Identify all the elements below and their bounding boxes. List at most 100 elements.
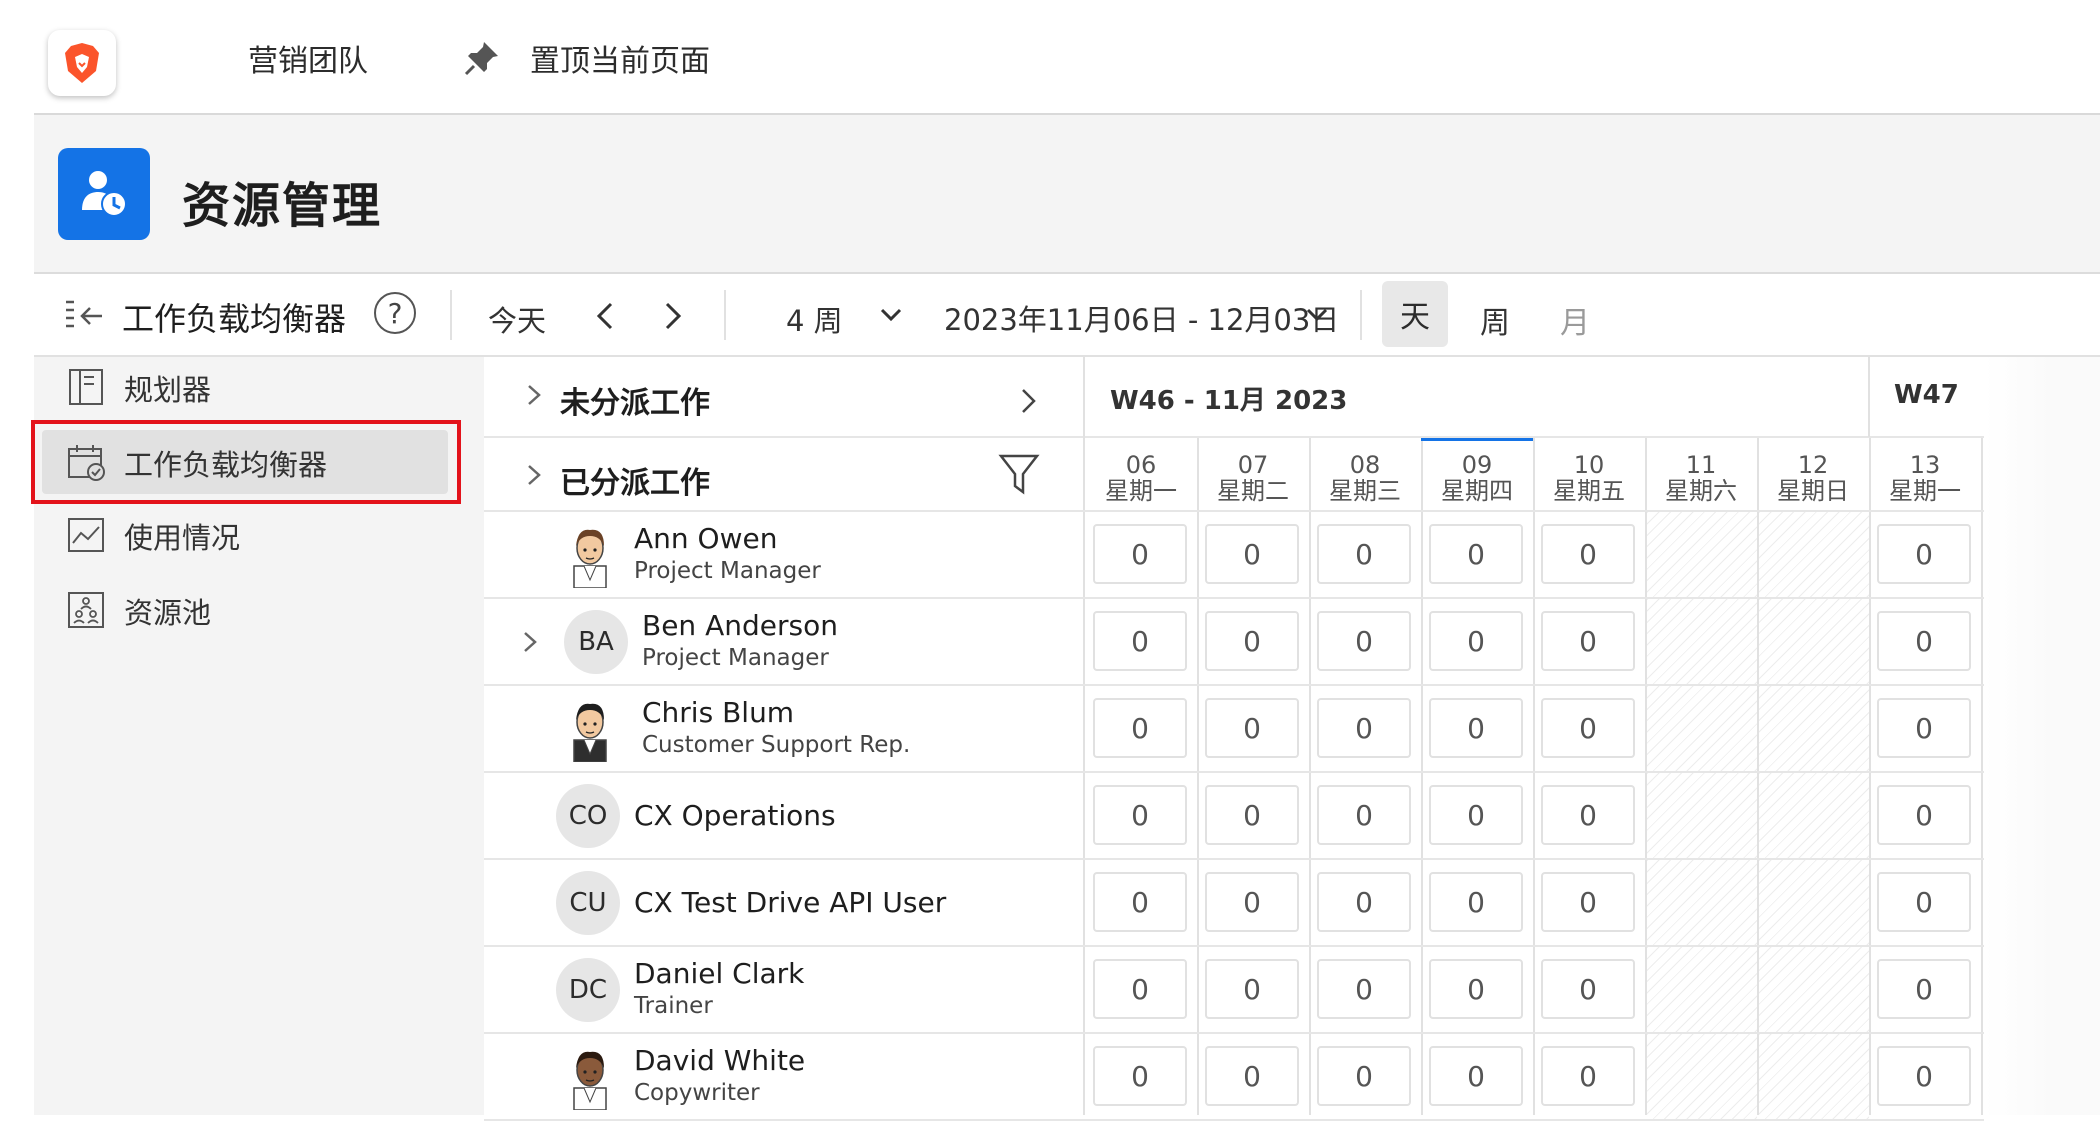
day-name: 星期一 [1889,477,1961,505]
weeks-dropdown[interactable]: 4 周 [786,298,843,340]
hours-cell[interactable]: 0 [1429,524,1523,584]
person-name[interactable]: David White [634,1044,805,1077]
hours-cell[interactable]: 0 [1429,872,1523,932]
hours-cell[interactable]: 0 [1093,959,1187,1019]
hours-cell[interactable]: 0 [1093,872,1187,932]
chart-line-icon [68,518,104,552]
team-name[interactable]: 营销团队 [248,36,368,80]
hours-cell[interactable]: 0 [1205,611,1299,671]
hours-cell[interactable]: 0 [1429,611,1523,671]
help-icon[interactable]: ? [374,292,416,334]
filter-icon[interactable] [998,452,1040,498]
hours-cell[interactable]: 0 [1093,785,1187,845]
person-role: Copywriter [634,1080,760,1106]
view-day-button[interactable]: 天 [1382,281,1448,347]
hours-cell[interactable]: 0 [1205,959,1299,1019]
hours-cell[interactable]: 0 [1429,1046,1523,1106]
hours-cell[interactable]: 0 [1877,1046,1971,1106]
prev-arrow-icon[interactable] [588,296,624,336]
pin-icon[interactable] [462,38,502,78]
sidebar-item-planner[interactable]: 规划器 [34,357,484,417]
hours-cell[interactable]: 0 [1541,785,1635,845]
hours-cell[interactable]: 0 [1877,959,1971,1019]
hours-cell[interactable]: 0 [1541,524,1635,584]
hours-cell[interactable]: 0 [1317,524,1411,584]
hours-cell[interactable]: 0 [1317,959,1411,1019]
hours-cell[interactable]: 0 [1429,698,1523,758]
chevron-down-icon[interactable] [876,300,906,330]
lion-logo-icon [65,43,99,83]
person-name[interactable]: Chris Blum [642,696,794,729]
weekend-cell [1759,1034,1869,1119]
view-week-button[interactable]: 周 [1480,298,1510,342]
hours-cell[interactable]: 0 [1093,524,1187,584]
hours-cell[interactable]: 0 [1541,698,1635,758]
hours-cell[interactable]: 0 [1205,524,1299,584]
avatar: CO [556,784,620,848]
avatar-illustration [573,1051,607,1110]
sidebar-item-utilization[interactable]: 使用情况 [34,505,484,565]
day-header: 12 星期日 [1758,452,1868,504]
avatar-illustration [573,529,607,588]
person-name[interactable]: Ann Owen [634,522,777,555]
hours-cell[interactable]: 0 [1205,1046,1299,1106]
weekend-cell [1759,860,1869,945]
hours-cell[interactable]: 0 [1317,785,1411,845]
avatar-illustration [573,703,607,762]
assigned-work-label[interactable]: 已分派工作 [560,458,710,502]
day-number: 09 [1461,451,1493,479]
date-range-picker[interactable]: 2023年11月06日 - 12月03日 [944,297,1339,339]
weekend-cell [1759,686,1869,771]
hours-cell[interactable]: 0 [1317,1046,1411,1106]
view-month-button[interactable]: 月 [1560,298,1590,342]
day-number: 10 [1573,451,1605,479]
hours-cell[interactable]: 0 [1429,785,1523,845]
next-arrow-icon[interactable] [654,296,690,336]
sidebar-item-resource-pool[interactable]: 资源池 [34,580,484,640]
person-name[interactable]: CX Operations [634,799,836,832]
hours-cell[interactable]: 0 [1205,872,1299,932]
person-name[interactable]: Ben Anderson [642,609,838,642]
day-name: 星期六 [1665,477,1737,505]
hours-cell[interactable]: 0 [1541,959,1635,1019]
hours-cell[interactable]: 0 [1317,611,1411,671]
hours-cell[interactable]: 0 [1093,698,1187,758]
weekend-cell [1647,773,1757,858]
day-name: 星期日 [1777,477,1849,505]
day-name: 星期一 [1105,477,1177,505]
collapse-sidebar-icon[interactable] [62,296,106,336]
hours-cell[interactable]: 0 [1317,872,1411,932]
hours-cell[interactable]: 0 [1877,524,1971,584]
hours-cell[interactable]: 0 [1877,872,1971,932]
day-number: 07 [1237,451,1269,479]
hours-cell[interactable]: 0 [1205,698,1299,758]
hours-cell[interactable]: 0 [1205,785,1299,845]
hours-cell[interactable]: 0 [1541,872,1635,932]
person-role: Trainer [634,993,713,1019]
weekend-cell [1647,860,1757,945]
day-name: 星期四 [1441,477,1513,505]
hours-cell[interactable]: 0 [1877,611,1971,671]
sidebar-item-label: 资源池 [124,596,212,630]
person-role: Customer Support Rep. [642,732,911,758]
avatar: DC [556,958,620,1022]
hours-cell[interactable]: 0 [1317,698,1411,758]
hours-cell[interactable]: 0 [1093,1046,1187,1106]
today-button[interactable]: 今天 [488,298,546,340]
hours-cell[interactable]: 0 [1541,1046,1635,1106]
hours-cell[interactable]: 0 [1429,959,1523,1019]
chevron-right-icon[interactable] [516,625,544,659]
chevron-right-icon[interactable] [520,458,548,492]
brave-app-icon[interactable] [48,30,116,96]
hours-cell[interactable]: 0 [1877,785,1971,845]
person-name[interactable]: CX Test Drive API User [634,886,946,919]
expand-panel-icon[interactable] [1014,384,1042,418]
chevron-right-icon[interactable] [520,378,548,412]
pin-page-label[interactable]: 置顶当前页面 [530,36,710,80]
hours-cell[interactable]: 0 [1541,611,1635,671]
person-name[interactable]: Daniel Clark [634,957,804,990]
hours-cell[interactable]: 0 [1877,698,1971,758]
hours-cell[interactable]: 0 [1093,611,1187,671]
unassigned-work-label[interactable]: 未分派工作 [560,378,710,422]
chevron-down-icon[interactable] [1302,300,1332,330]
